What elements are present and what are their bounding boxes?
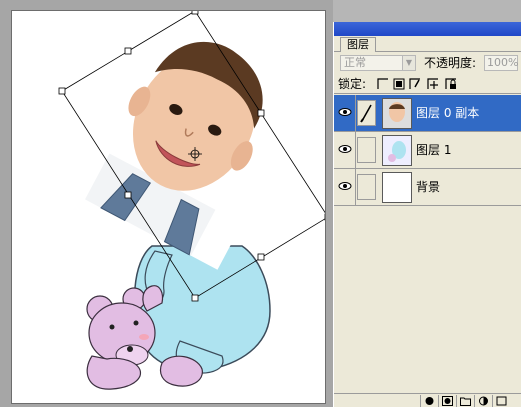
mask-icon [442,396,453,406]
eye-icon [338,108,352,116]
layers-palette: 图层 正常 ▼ 不透明度: 100% 锁定: 图层 0 副本 图层 1 背景 [333,22,521,407]
new-group-button[interactable] [456,395,473,407]
brush-toggle[interactable] [357,100,376,126]
tab-layers[interactable]: 图层 [340,37,376,52]
layer-thumbnail [382,172,412,203]
lock-label: 锁定: [338,77,367,91]
add-mask-button[interactable] [438,395,455,407]
layer-row-layer-1[interactable]: 图层 1 [334,132,521,169]
lock-brush-icon[interactable] [408,78,422,90]
opacity-label: 不透明度: [424,56,477,70]
lock-position-icon[interactable] [426,78,440,90]
layer-row-background[interactable]: 背景 [334,169,521,206]
layer-list: 图层 0 副本 图层 1 背景 [334,95,521,372]
lock-row: 锁定: [334,74,521,94]
visibility-toggle[interactable] [334,95,356,131]
brush-icon [360,104,372,123]
layer-name: 图层 0 副本 [416,106,480,120]
layer-thumbnail [382,98,412,129]
eye-icon [338,182,352,190]
layer-thumbnail [382,135,412,166]
lock-image-icon[interactable] [392,78,406,90]
blend-mode-value: 正常 [344,56,366,69]
lock-all-icon[interactable] [444,78,458,90]
fx-icon [425,397,434,405]
visibility-toggle[interactable] [334,169,356,205]
palette-bottom-bar [334,393,521,407]
workspace-background [333,0,521,22]
palette-tabs: 图层 [334,36,521,52]
chevron-down-icon: ▼ [402,56,415,70]
opacity-input[interactable]: 100% [484,55,518,71]
adjustment-icon [479,396,488,406]
layer-name: 图层 1 [416,143,452,157]
visibility-toggle[interactable] [334,132,356,168]
adjustment-layer-button[interactable] [474,395,491,407]
new-layer-button[interactable] [492,395,509,407]
layer-row-layer-0-copy[interactable]: 图层 0 副本 [334,95,521,132]
folder-icon [460,397,471,406]
link-cell[interactable] [357,174,376,200]
blend-mode-select[interactable]: 正常 ▼ [340,55,416,71]
canvas-artwork [58,11,325,390]
palette-titlebar[interactable] [334,22,521,36]
lock-transparent-icon[interactable] [376,78,390,90]
canvas-workspace [0,0,333,407]
new-layer-icon [496,396,507,406]
document-canvas[interactable] [11,10,326,404]
eye-icon [338,145,352,153]
blend-row: 正常 ▼ 不透明度: 100% [334,52,521,74]
baby-photo-layer [58,11,321,270]
layer-style-button[interactable] [420,395,437,407]
link-cell[interactable] [357,137,376,163]
layer-name: 背景 [416,180,441,194]
